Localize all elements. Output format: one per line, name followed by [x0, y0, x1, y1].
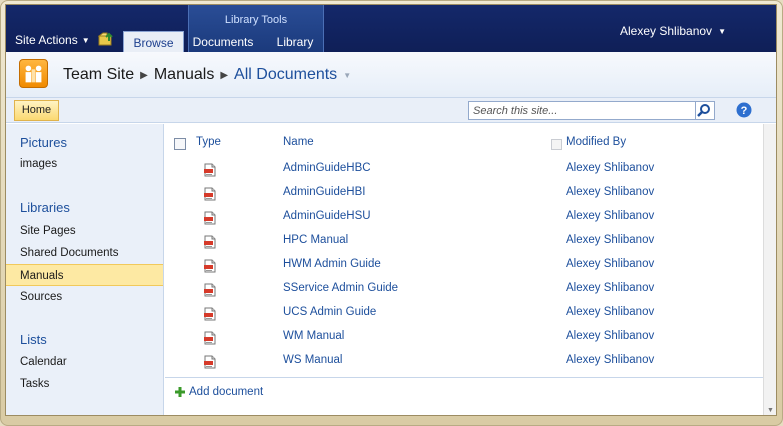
document-name-link[interactable]: WM Manual — [283, 330, 344, 342]
nav-heading-libraries[interactable]: Libraries — [20, 200, 70, 215]
add-document-link[interactable]: Add document — [174, 386, 263, 398]
user-menu[interactable]: Alexey Shlibanov ▼ — [620, 24, 726, 38]
document-name-link[interactable]: SService Admin Guide — [283, 282, 398, 294]
nav-item-calendar[interactable]: Calendar — [6, 351, 163, 373]
breadcrumb-separator-icon: ▶ — [220, 69, 229, 81]
document-name-link[interactable]: AdminGuideHBI — [283, 186, 365, 198]
nav-heading-pictures[interactable]: Pictures — [20, 135, 67, 150]
sharepoint-window: Site Actions ▼ Browse Library Tools Docu… — [5, 4, 777, 416]
breadcrumb-list[interactable]: Manuals — [154, 66, 214, 84]
table-row[interactable]: SService Admin Guide Alexey Shlibanov — [165, 280, 763, 304]
site-actions-label: Site Actions — [15, 33, 78, 47]
breadcrumb-site[interactable]: Team Site — [63, 66, 134, 84]
table-row[interactable]: WM Manual Alexey Shlibanov — [165, 328, 763, 352]
column-header-modified-by[interactable]: Modified By — [566, 136, 626, 148]
document-name-link[interactable]: HWM Admin Guide — [283, 258, 381, 270]
navigate-up-icon[interactable] — [98, 32, 114, 46]
plus-icon — [175, 387, 185, 397]
search-input[interactable] — [468, 101, 696, 120]
site-actions-menu[interactable]: Site Actions ▼ — [15, 33, 90, 47]
nav-item-sources[interactable]: Sources — [6, 286, 163, 308]
svg-text:?: ? — [741, 105, 748, 117]
ribbon-bar: Site Actions ▼ Browse Library Tools Docu… — [6, 5, 776, 53]
modified-by-link[interactable]: Alexey Shlibanov — [566, 162, 654, 174]
search-icon — [697, 104, 710, 117]
modified-by-link[interactable]: Alexey Shlibanov — [566, 330, 654, 342]
pdf-document-icon[interactable] — [203, 211, 217, 225]
nav-item-images[interactable]: images — [6, 153, 163, 175]
breadcrumb-separator-icon: ▶ — [140, 69, 148, 81]
modified-by-link[interactable]: Alexey Shlibanov — [566, 258, 654, 270]
pdf-document-icon[interactable] — [203, 307, 217, 321]
modified-by-link[interactable]: Alexey Shlibanov — [566, 186, 654, 198]
top-link-bar: Home ? — [6, 98, 776, 123]
nav-item-shared-documents[interactable]: Shared Documents — [6, 242, 163, 264]
pdf-document-icon[interactable] — [203, 187, 217, 201]
pdf-document-icon[interactable] — [203, 235, 217, 249]
tab-library[interactable]: Library — [268, 33, 322, 52]
table-row[interactable]: AdminGuideHSU Alexey Shlibanov — [165, 208, 763, 232]
pdf-document-icon[interactable] — [203, 259, 217, 273]
table-row[interactable]: WS Manual Alexey Shlibanov — [165, 352, 763, 376]
table-row[interactable]: UCS Admin Guide Alexey Shlibanov — [165, 304, 763, 328]
breadcrumb-view[interactable]: All Documents — [234, 66, 337, 84]
add-document-label: Add document — [189, 386, 264, 398]
pdf-document-icon[interactable] — [203, 283, 217, 297]
pdf-document-icon[interactable] — [203, 163, 217, 177]
modified-by-link[interactable]: Alexey Shlibanov — [566, 354, 654, 366]
home-tab[interactable]: Home — [14, 100, 59, 121]
nav-heading-lists[interactable]: Lists — [20, 332, 47, 347]
pdf-document-icon[interactable] — [203, 355, 217, 369]
document-name-link[interactable]: AdminGuideHBC — [283, 162, 371, 174]
scroll-down-icon[interactable]: ▼ — [767, 407, 774, 414]
table-row[interactable]: HPC Manual Alexey Shlibanov — [165, 232, 763, 256]
modified-by-filter-checkbox — [551, 139, 562, 150]
table-row[interactable]: HWM Admin Guide Alexey Shlibanov — [165, 256, 763, 280]
select-all-checkbox[interactable] — [174, 138, 186, 150]
pdf-document-icon[interactable] — [203, 331, 217, 345]
quick-launch: Pictures images Libraries Site Pages Sha… — [6, 124, 164, 415]
document-name-link[interactable]: HPC Manual — [283, 234, 348, 246]
modified-by-link[interactable]: Alexey Shlibanov — [566, 282, 654, 294]
nav-item-site-pages[interactable]: Site Pages — [6, 220, 163, 242]
document-list: Type Name Modified By AdminGuideHBC Alexe… — [165, 124, 763, 415]
vertical-scrollbar[interactable]: ▼ — [763, 124, 776, 415]
breadcrumb: Team Site ▶ Manuals ▶ All Documents ▼ — [63, 66, 351, 84]
modified-by-link[interactable]: Alexey Shlibanov — [566, 210, 654, 222]
title-area: Team Site ▶ Manuals ▶ All Documents ▼ — [6, 52, 776, 98]
chevron-down-icon: ▼ — [81, 35, 90, 45]
document-name-link[interactable]: UCS Admin Guide — [283, 306, 376, 318]
document-name-link[interactable]: AdminGuideHSU — [283, 210, 371, 222]
tab-browse[interactable]: Browse — [123, 31, 184, 53]
table-row[interactable]: AdminGuideHBC Alexey Shlibanov — [165, 160, 763, 184]
library-tools-label: Library Tools — [224, 14, 288, 26]
table-row[interactable]: AdminGuideHBI Alexey Shlibanov — [165, 184, 763, 208]
modified-by-link[interactable]: Alexey Shlibanov — [566, 306, 654, 318]
chevron-down-icon[interactable]: ▼ — [343, 71, 351, 80]
document-name-link[interactable]: WS Manual — [283, 354, 342, 366]
help-icon[interactable]: ? — [736, 102, 752, 118]
user-name: Alexey Shlibanov — [620, 24, 713, 38]
nav-item-manuals[interactable]: Manuals — [6, 264, 163, 286]
tab-documents[interactable]: Documents — [190, 33, 256, 52]
chevron-down-icon: ▼ — [718, 26, 726, 36]
site-logo-icon[interactable] — [19, 59, 48, 88]
column-header-type[interactable]: Type — [196, 136, 221, 148]
nav-item-tasks[interactable]: Tasks — [6, 373, 163, 395]
list-divider — [165, 377, 763, 378]
column-header-name[interactable]: Name — [283, 136, 314, 148]
modified-by-link[interactable]: Alexey Shlibanov — [566, 234, 654, 246]
search-button[interactable] — [696, 101, 715, 120]
